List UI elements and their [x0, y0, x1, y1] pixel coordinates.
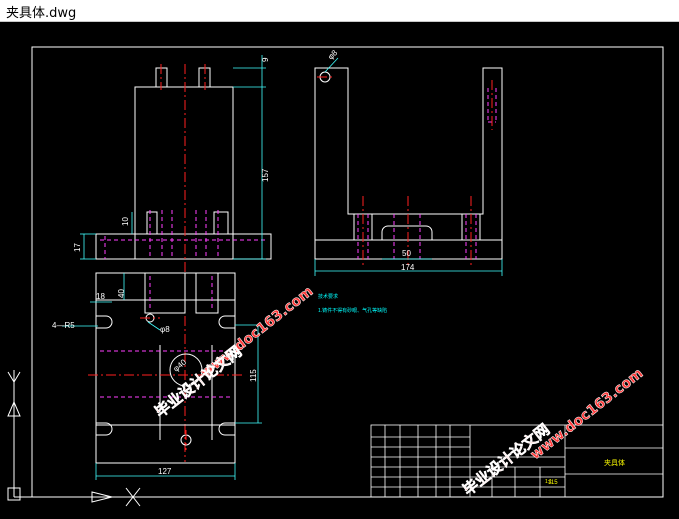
dim-d8: φ8: [160, 325, 170, 334]
dim-18: 18: [96, 292, 105, 301]
dim-174: 174: [401, 263, 415, 272]
dim-127: 127: [158, 467, 172, 476]
side-view-centerlines: [317, 76, 493, 268]
front-view: [95, 67, 272, 260]
front-view-dimension-lines: [80, 55, 266, 260]
dim-d8-top: φ8: [326, 48, 340, 62]
dim-115: 115: [249, 369, 258, 382]
cad-drawing-canvas[interactable]: 9 157 10 17 18 40 4—R5 φ8 φ40 115 127 φ8…: [0, 22, 679, 514]
watermark-brand-1: 毕业设计论文网: [151, 342, 245, 421]
watermark-site-2: www.doc163.com: [528, 365, 647, 463]
drawing-svg: 9 157 10 17 18 40 4—R5 φ8 φ40 115 127 φ8…: [7, 46, 664, 507]
note-title: 技术要求: [318, 293, 338, 300]
side-view: [314, 67, 503, 260]
dim-4-r5: 4—R5: [52, 321, 75, 330]
dim-10: 10: [121, 217, 130, 226]
note-line: 1.铸件不得有砂眼、气孔等缺陷: [318, 307, 387, 314]
dim-157: 157: [261, 168, 270, 182]
title-block-sheet: 115: [548, 480, 558, 486]
ucs-icon-left: [7, 370, 141, 507]
dim-50: 50: [402, 249, 411, 258]
title-block-drawing-name: 夹具体: [604, 458, 625, 467]
top-view-dimension-lines: [62, 273, 262, 480]
dim-9: 9: [261, 57, 270, 62]
window-titlebar: 夹具体.dwg: [0, 0, 679, 22]
window-title: 夹具体.dwg: [6, 6, 77, 21]
side-view-dimension-lines: [314, 57, 503, 276]
dim-17: 17: [73, 243, 82, 252]
dim-40: 40: [117, 289, 126, 298]
side-view-hidden: [357, 88, 497, 259]
